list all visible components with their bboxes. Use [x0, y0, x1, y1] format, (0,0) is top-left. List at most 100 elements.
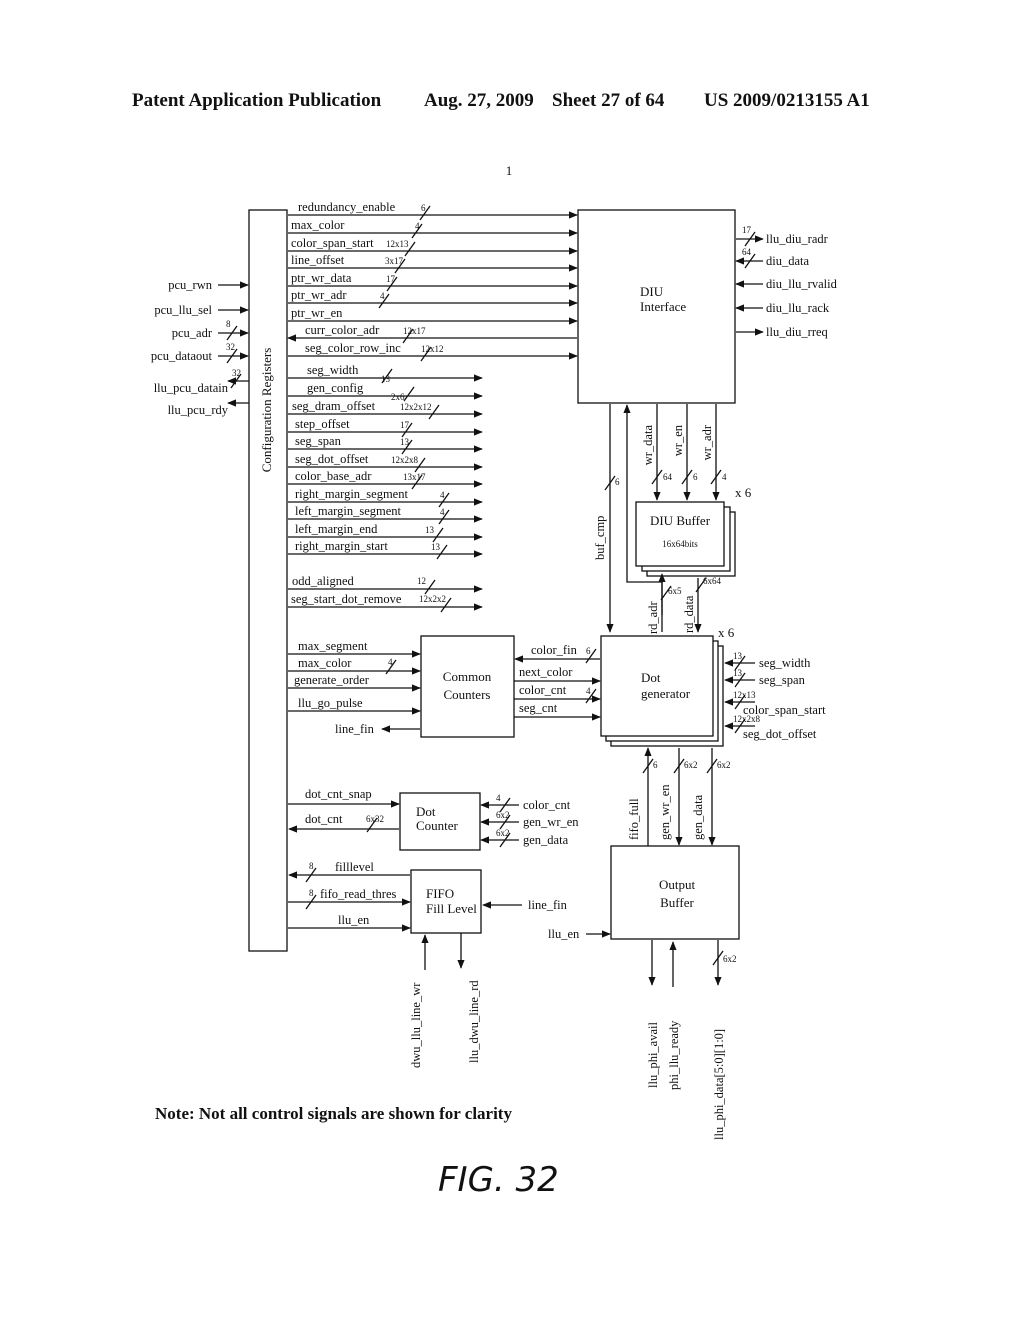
dot-generator-multiplier: x 6 — [718, 625, 735, 640]
bus-width-label: 4 — [415, 221, 420, 231]
dot-generator-input-label: seg_span — [759, 673, 806, 687]
diu-bus-signal-label: ptr_wr_adr — [291, 288, 347, 302]
config-output-label: color_base_adr — [295, 469, 372, 483]
fifo-fill-level-label: FIFO — [426, 886, 454, 901]
bus-width-label: 2x6 — [391, 392, 405, 402]
common-dotgen-signal-label: color_fin — [531, 643, 578, 657]
rd-data-label: rd_data — [682, 595, 696, 633]
diu-external-signal-label: diu_llu_rvalid — [766, 277, 838, 291]
bus-width-label: 17 — [386, 274, 396, 284]
pcu-signal-label: pcu_llu_sel — [154, 303, 212, 317]
diu-bus-signal-label: ptr_wr_data — [291, 271, 352, 285]
fifo-signal-label: filllevel — [335, 860, 374, 874]
dot-counter-signal-label: dot_cnt — [305, 812, 343, 826]
common-counters-input-label: max_segment — [298, 639, 368, 653]
output-buffer-block — [610, 845, 740, 940]
bus-width-label: 12x2x2 — [419, 594, 446, 604]
output-buffer-label: Buffer — [660, 895, 694, 910]
dot-generator-label: generator — [641, 686, 691, 701]
bus-width-label: 13 — [400, 437, 410, 447]
bus-width-label: 12x12 — [421, 344, 444, 354]
bus-width-label: 13 — [425, 525, 435, 535]
common-counters-input-label: generate_order — [294, 673, 370, 687]
bus-width-label: 13 — [733, 651, 743, 661]
diu-external-signal-label: llu_diu_rreq — [766, 325, 829, 339]
dotgen-output-label: fifo_full — [627, 798, 641, 840]
dot-counter-input-label: gen_wr_en — [523, 815, 579, 829]
diu-buffer-write-label: wr_data — [641, 425, 655, 466]
bus-width-label: 6x32 — [366, 814, 384, 824]
dot-generator-input-label: seg_width — [759, 656, 811, 670]
buf-cmp-label: buf_cmp — [593, 516, 607, 560]
dotgen-output-label: gen_wr_en — [658, 784, 672, 840]
common-counters-input-label: llu_go_pulse — [298, 696, 363, 710]
fifo-signal-label: fifo_read_thres — [320, 887, 396, 901]
diu-buffer-write-label: wr_adr — [700, 424, 714, 460]
common-counters-label: Counters — [444, 687, 491, 702]
common-dotgen-signal-label: seg_cnt — [519, 701, 558, 715]
bus-width-label: 6x2 — [496, 810, 510, 820]
diu-interface-label: DIU — [640, 284, 664, 299]
bus-width-label: 6 — [586, 646, 591, 656]
diu-external-signal-label: diu_llu_rack — [766, 301, 830, 315]
output-bottom-label: llu_phi_avail — [646, 1022, 660, 1088]
common-counters-label: Common — [443, 669, 492, 684]
diu-external-signal-label: llu_diu_radr — [766, 232, 829, 246]
reference-mark: 1 — [506, 163, 513, 178]
bus-width-label: 6x2 — [496, 828, 510, 838]
bus-width-label: 6 — [615, 477, 620, 487]
diu-buffer-block — [635, 501, 725, 567]
bus-width-label: 6x2 — [684, 760, 698, 770]
bus-width-label: 12x2x8 — [391, 455, 419, 465]
bus-width-label: 6x64 — [703, 576, 722, 586]
output-llu-en-label: llu_en — [548, 927, 580, 941]
config-output-label: odd_aligned — [292, 574, 355, 588]
config-registers-block — [248, 209, 288, 952]
bus-width-label: 13x17 — [403, 472, 426, 482]
config-output-label: left_margin_segment — [295, 504, 402, 518]
diu-buffer-write-label: wr_en — [671, 424, 685, 456]
bus-width-label: 6 — [653, 760, 658, 770]
pcu-signal-label: llu_pcu_rdy — [168, 403, 229, 417]
dot-counter-signal-label: dot_cnt_snap — [305, 787, 372, 801]
bus-width-label: 32 — [226, 342, 235, 352]
diu-bus-signal-label: ptr_wr_en — [291, 306, 343, 320]
diu-buffer-multiplier: x 6 — [735, 485, 752, 500]
bus-width-label: 64 — [742, 247, 752, 257]
bus-width-label: 4 — [380, 291, 385, 301]
rd-adr-label: rd_adr — [646, 601, 660, 634]
diagram-note: Note: Not all control signals are shown … — [155, 1104, 512, 1123]
dot-generator-input-label: seg_dot_offset — [743, 727, 817, 741]
bus-width-label: 6 — [693, 472, 698, 482]
bus-width-label: 6x2 — [723, 954, 737, 964]
diu-bus-signal-label: max_color — [291, 218, 345, 232]
config-output-label: step_offset — [295, 417, 350, 431]
diu-interface-label: Interface — [640, 299, 686, 314]
pcu-signal-label: pcu_adr — [172, 326, 213, 340]
diu-bus-signal-label: color_span_start — [291, 236, 374, 250]
config-output-label: seg_span — [295, 434, 342, 448]
bus-width-label: 12x2x12 — [400, 402, 432, 412]
config-output-label: seg_start_dot_remove — [291, 592, 402, 606]
bus-width-label: 6 — [421, 203, 426, 213]
bus-width-slash — [424, 579, 436, 595]
dot-counter-input-label: color_cnt — [523, 798, 571, 812]
config-output-label: seg_dram_offset — [292, 399, 376, 413]
bus-width-slash — [403, 386, 415, 402]
output-bottom-label: phi_llu_ready — [667, 1020, 681, 1090]
bus-width-label: 3x17 — [385, 256, 404, 266]
diu-bus-signal-label: line_offset — [291, 253, 345, 267]
common-dotgen-signal-label: color_cnt — [519, 683, 567, 697]
bus-width-label: 4 — [388, 657, 393, 667]
diu-bus-signal-label: curr_color_adr — [305, 323, 380, 337]
bus-width-label: 4 — [440, 490, 445, 500]
bus-width-label: 12x2x8 — [733, 714, 761, 724]
dot-counter-label: Dot — [416, 804, 436, 819]
config-output-label: left_margin_end — [295, 522, 378, 536]
block-diagram: 1 Configuration Registers DIUInterface pcu_… — [151, 163, 838, 1200]
bus-width-label: 4 — [440, 507, 445, 517]
bus-width-label: 8 — [309, 861, 314, 871]
pcu-signal-label: pcu_dataout — [151, 349, 213, 363]
bus-width-slash — [432, 527, 444, 543]
config-output-label: right_margin_segment — [295, 487, 408, 501]
